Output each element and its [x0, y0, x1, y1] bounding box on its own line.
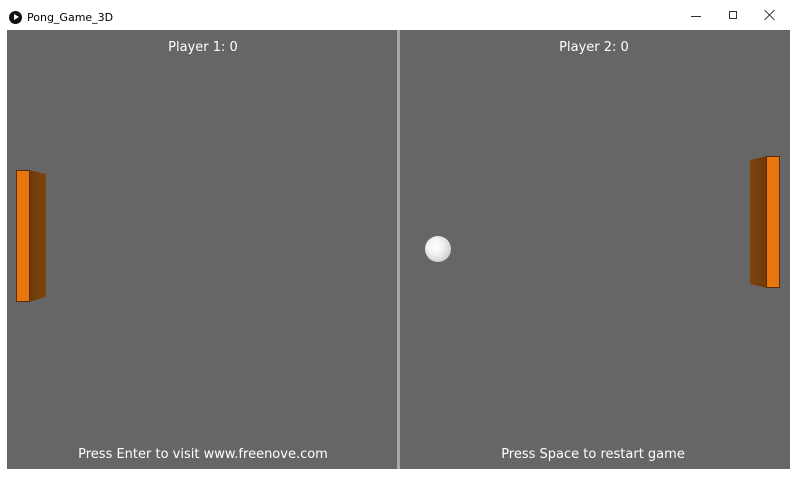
ball: [425, 236, 451, 262]
player2-paddle: [750, 156, 780, 288]
player1-paddle: [16, 170, 46, 302]
player2-score: Player 2: 0: [559, 40, 629, 55]
restart-game-hint: Press Space to restart game: [501, 447, 685, 462]
player1-score: Player 1: 0: [168, 40, 238, 55]
paddle-side-face: [750, 156, 767, 288]
maximize-icon: [729, 11, 737, 19]
window-title: Pong_Game_3D: [27, 11, 114, 24]
minimize-button[interactable]: [678, 0, 714, 30]
maximize-button[interactable]: [715, 0, 751, 30]
close-icon: [764, 9, 776, 21]
paddle-front-face: [16, 170, 30, 302]
game-canvas[interactable]: Player 1: 0 Player 2: 0 Press Enter to v…: [7, 30, 790, 469]
close-button[interactable]: [752, 0, 788, 30]
paddle-front-face: [766, 156, 780, 288]
title-bar[interactable]: Pong_Game_3D: [0, 0, 798, 30]
center-net: [397, 30, 400, 469]
paddle-side-face: [29, 170, 46, 302]
play-circle-icon: [9, 11, 22, 24]
visit-website-hint: Press Enter to visit www.freenove.com: [78, 447, 328, 462]
app-window: Pong_Game_3D Player 1: 0 Player 2: 0 Pre…: [0, 0, 798, 477]
minimize-icon: [691, 16, 701, 17]
